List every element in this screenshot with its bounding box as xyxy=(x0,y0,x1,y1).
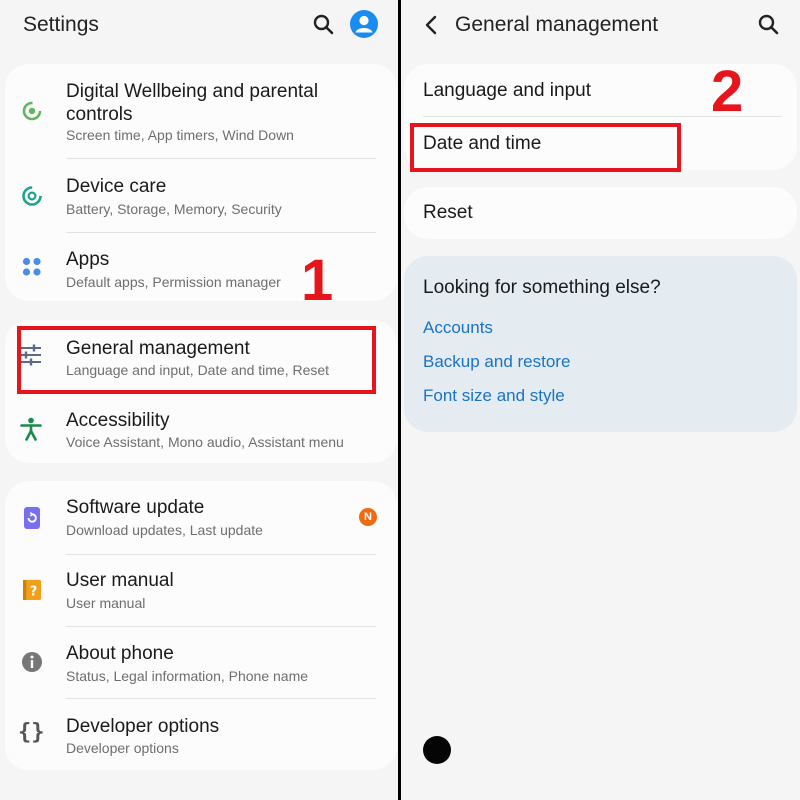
menu-item-software-update[interactable]: Software update Download updates, Last u… xyxy=(0,484,398,554)
page-title: Settings xyxy=(23,13,99,36)
menu-item-device-care[interactable]: Device care Battery, Storage, Memory, Se… xyxy=(0,160,398,232)
menu-item-title: Software update xyxy=(66,497,205,518)
menu-item-title: User manual xyxy=(66,570,174,591)
user-manual-icon: ? xyxy=(23,580,41,600)
divider xyxy=(66,698,376,699)
floating-dot[interactable] xyxy=(423,736,451,764)
link-accounts[interactable]: Accounts xyxy=(423,318,493,338)
menu-item-subtitle: Screen time, App timers, Wind Down xyxy=(66,127,294,143)
menu-item-subtitle: Battery, Storage, Memory, Security xyxy=(66,201,282,217)
link-font-size-and-style[interactable]: Font size and style xyxy=(423,386,565,406)
menu-item-title: Developer options xyxy=(66,716,220,737)
menu-item-title: Device care xyxy=(66,176,167,197)
menu-item-reset[interactable]: Reset xyxy=(423,202,473,224)
menu-item-subtitle: Voice Assistant, Mono audio, Assistant m… xyxy=(66,434,344,450)
svg-text:?: ? xyxy=(30,585,38,600)
menu-item-title: Accessibility xyxy=(66,410,170,431)
step-number: 1 xyxy=(301,248,334,313)
general-management-screen: General management Language and input Da… xyxy=(401,0,800,800)
menu-item-subtitle: User manual xyxy=(66,595,146,611)
menu-item-subtitle: Status, Legal information, Phone name xyxy=(66,668,309,684)
menu-item-about-phone[interactable]: About phone Status, Legal information, P… xyxy=(0,628,398,698)
profile-icon[interactable] xyxy=(349,9,379,39)
menu-item-developer-options[interactable]: {} Developer options Developer options xyxy=(0,700,398,770)
highlight-box-general-management xyxy=(17,326,376,394)
link-backup-and-restore[interactable]: Backup and restore xyxy=(423,352,570,372)
menu-item-title: controls xyxy=(66,104,133,125)
apps-icon xyxy=(22,257,41,276)
search-icon[interactable] xyxy=(311,12,337,38)
highlight-box-date-and-time xyxy=(410,123,681,172)
suggestions-heading: Looking for something else? xyxy=(423,277,661,298)
menu-item-title: About phone xyxy=(66,643,174,664)
info-icon xyxy=(22,652,42,672)
menu-item-title: Apps xyxy=(66,249,110,270)
menu-item-apps[interactable]: Apps Default apps, Permission manager xyxy=(0,234,398,300)
menu-item-subtitle: Default apps, Permission manager xyxy=(66,274,281,290)
menu-item-digital-wellbeing[interactable]: Digital Wellbeing and parental controls … xyxy=(0,64,398,152)
menu-item-language-and-input[interactable]: Language and input xyxy=(423,80,591,102)
search-icon[interactable] xyxy=(756,12,782,38)
developer-options-icon: {} xyxy=(18,720,45,745)
device-care-icon xyxy=(22,186,42,206)
menu-item-accessibility[interactable]: Accessibility Voice Assistant, Mono audi… xyxy=(0,396,398,462)
menu-item-subtitle: Download updates, Last update xyxy=(66,522,263,538)
accessibility-icon xyxy=(20,417,42,441)
settings-screen: Settings Digital Wellbeing and parental … xyxy=(0,0,398,800)
digital-wellbeing-icon xyxy=(22,101,42,121)
software-update-icon xyxy=(24,507,40,529)
new-badge: N xyxy=(359,508,377,526)
divider xyxy=(66,232,376,233)
back-arrow-icon[interactable] xyxy=(419,12,445,38)
page-title: General management xyxy=(455,13,659,36)
menu-item-user-manual[interactable]: ? User manual User manual xyxy=(0,556,398,626)
step-number: 2 xyxy=(711,59,744,124)
menu-item-title: Digital Wellbeing and parental xyxy=(66,81,319,102)
divider xyxy=(66,554,376,555)
divider xyxy=(66,158,376,159)
divider xyxy=(66,626,376,627)
menu-item-subtitle: Developer options xyxy=(66,740,179,756)
